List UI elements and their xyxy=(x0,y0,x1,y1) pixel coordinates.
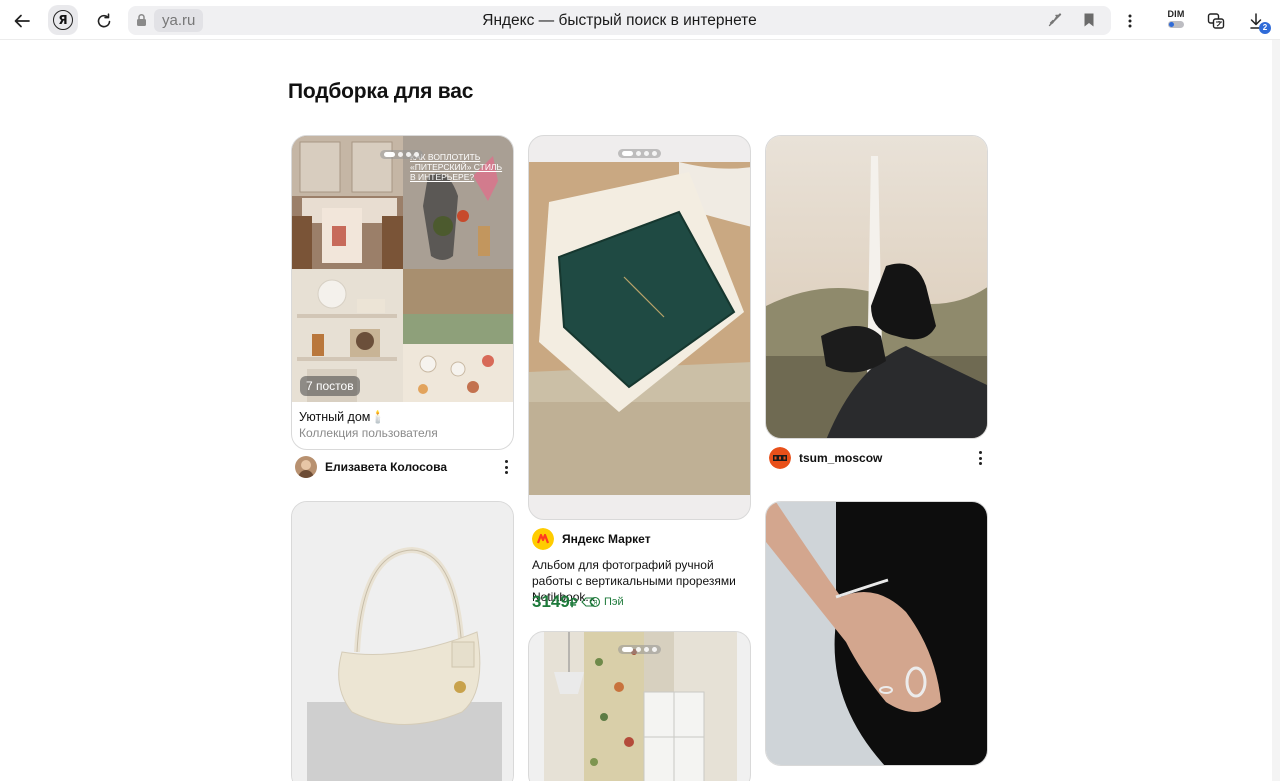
address-bar[interactable]: ya.ru Яндекс — быстрый поиск в интернете xyxy=(128,6,1111,35)
more-options-icon[interactable] xyxy=(500,458,512,476)
avatar xyxy=(295,456,317,478)
svg-text:Я: Я xyxy=(593,599,597,606)
yandex-button[interactable]: Я xyxy=(48,5,78,35)
reload-button[interactable] xyxy=(89,6,119,36)
handbag-photo xyxy=(292,502,513,781)
pay-icon: Я xyxy=(581,596,601,608)
dim-switch-icon xyxy=(1168,21,1184,28)
yandex-pay-badge: Я Пэй xyxy=(581,596,624,608)
mic-off-icon[interactable] xyxy=(1047,12,1063,28)
dim-toggle[interactable]: DIM xyxy=(1163,9,1189,31)
interior-card[interactable] xyxy=(528,631,751,781)
bookmark-icon[interactable] xyxy=(1083,12,1095,28)
loafers-photo xyxy=(766,136,987,438)
posts-count-badge: 7 постов xyxy=(300,376,360,396)
collection-card[interactable]: Как воплотить «питерский» стиль в интерь… xyxy=(291,135,514,450)
carousel-dots xyxy=(618,645,661,654)
bracelet-photo xyxy=(766,502,987,765)
photo-album-image xyxy=(529,162,750,495)
market-author[interactable]: Яндекс Маркет xyxy=(532,528,651,550)
market-product-card[interactable] xyxy=(528,135,751,520)
back-arrow-icon xyxy=(14,14,30,28)
more-options-icon[interactable] xyxy=(974,449,986,467)
page-title: Яндекс — быстрый поиск в интернете xyxy=(482,12,757,29)
product-price: 3149₽ xyxy=(532,592,578,611)
browser-toolbar: Я ya.ru Яндекс — быстрый поиск в интерне… xyxy=(0,0,1280,40)
jewelry-card[interactable] xyxy=(765,501,988,766)
kitchen-table-photo xyxy=(403,269,513,402)
author-name[interactable]: Яндекс Маркет xyxy=(562,532,651,546)
loafers-card[interactable] xyxy=(765,135,988,439)
curtain-interior-photo xyxy=(544,632,737,781)
collection-title[interactable]: Уютный дом🕯️ xyxy=(299,410,386,425)
translate-button[interactable] xyxy=(1201,6,1231,36)
author-name[interactable]: Елизавета Колосова xyxy=(325,460,447,474)
back-button[interactable] xyxy=(7,6,37,36)
collection-author[interactable]: Елизавета Колосова xyxy=(295,456,447,478)
carousel-dots xyxy=(618,149,661,158)
reload-icon xyxy=(97,13,111,28)
yandex-market-logo-icon xyxy=(532,528,554,550)
collection-subtitle: Коллекция пользователя xyxy=(299,426,438,440)
yandex-logo-icon: Я xyxy=(53,10,73,30)
author-name[interactable]: tsum_moscow xyxy=(799,451,882,465)
menu-button[interactable] xyxy=(1115,6,1145,36)
collection-collage-image: Как воплотить «питерский» стиль в интерь… xyxy=(292,136,513,402)
downloads-count-badge: 2 xyxy=(1259,22,1271,34)
collage-overlay-text: Как воплотить «питерский» стиль в интерь… xyxy=(410,152,503,182)
translate-icon xyxy=(1207,13,1225,29)
feed-title: Подборка для вас xyxy=(288,80,474,103)
handbag-card[interactable] xyxy=(291,501,514,781)
tsum-logo-icon xyxy=(769,447,791,469)
tsum-author[interactable]: tsum_moscow xyxy=(769,447,882,469)
menu-dots-icon xyxy=(1128,14,1132,28)
scrollbar[interactable] xyxy=(1272,40,1280,781)
carousel-dots xyxy=(380,150,423,159)
